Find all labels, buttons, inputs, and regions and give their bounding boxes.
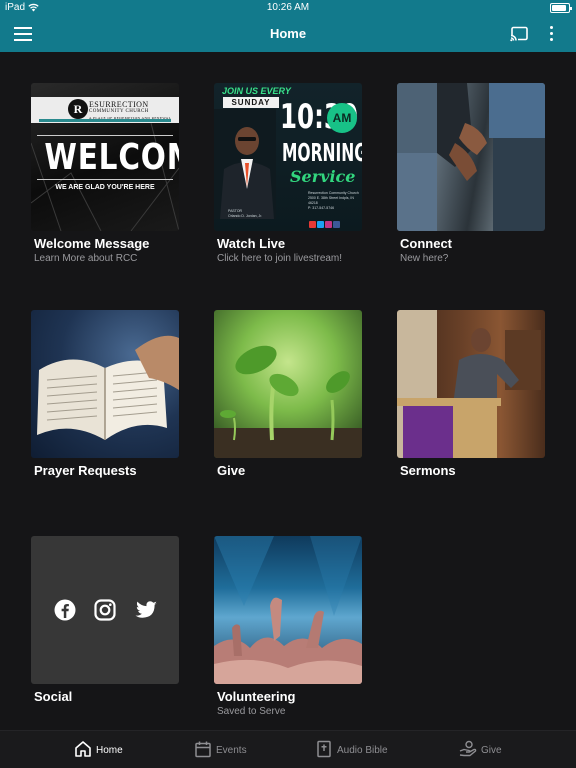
welcome-headline: WELCOME — [44, 137, 179, 178]
tile-title: Connect — [400, 236, 452, 251]
flyer-phone: P: 317-547-5746 — [308, 206, 335, 210]
more-options-button[interactable] — [546, 25, 558, 43]
flyer-service: Service — [290, 167, 356, 186]
tile-title: Volunteering — [217, 689, 296, 704]
nav-label: Events — [216, 745, 247, 756]
tile-title: Give — [217, 463, 246, 478]
app-bar: Home — [0, 16, 576, 52]
preacher-pulpit-image — [397, 310, 545, 458]
open-bible-image — [31, 310, 179, 458]
social-panel — [31, 536, 179, 684]
holding-hands-image — [397, 83, 545, 231]
tile-title: Welcome Message — [34, 236, 150, 251]
church-logo: R — [68, 99, 88, 119]
clock: 10:26 AM — [266, 2, 310, 13]
pastor-photo — [214, 109, 276, 219]
nav-label: Audio Bible — [337, 745, 388, 756]
nav-label: Home — [96, 745, 123, 756]
instagram-icon[interactable] — [94, 599, 116, 621]
nav-label: Give — [481, 745, 502, 756]
tile-subtitle: New here? — [400, 253, 449, 264]
facebook-icon[interactable] — [54, 599, 76, 621]
twitter-icon — [317, 221, 324, 228]
flyer-day: SUNDAY — [223, 97, 279, 108]
flyer-join-text: JOIN US EVERY — [222, 86, 291, 96]
calendar-icon — [195, 741, 211, 758]
flyer-morning: MORNING — [282, 138, 362, 167]
bible-icon — [317, 740, 331, 758]
youtube-icon — [309, 221, 316, 228]
instagram-icon — [325, 221, 332, 228]
flyer-am-badge: AM — [327, 103, 357, 133]
flyer-social-icons — [309, 215, 341, 228]
church-name-line1: ESURRECTION — [89, 100, 149, 109]
concert-crowd-image — [214, 536, 362, 684]
tile-title: Social — [34, 689, 73, 704]
tile-subtitle: Learn More about RCC — [34, 253, 138, 264]
tile-title: Prayer Requests — [34, 463, 137, 478]
tile-title: Sermons — [400, 463, 456, 478]
tile-subtitle: Click here to join livestream! — [217, 253, 343, 264]
tile-title: Watch Live — [217, 236, 286, 251]
cast-icon[interactable] — [510, 26, 528, 42]
facebook-icon — [333, 221, 340, 228]
welcome-image: R ESURRECTION COMMUNITY CHURCH A PLACE O… — [31, 83, 179, 231]
give-hand-icon — [459, 740, 477, 757]
seedling-image — [214, 310, 362, 458]
page-title: Home — [269, 26, 307, 41]
status-bar: iPad 10:26 AM — [0, 0, 576, 16]
home-icon — [75, 741, 91, 757]
tile-subtitle: Saved to Serve — [217, 706, 286, 717]
bottom-navigation: Home Events Audio Bible Give — [0, 730, 576, 768]
watch-live-flyer-image: JOIN US EVERY SUNDAY PASTOR Orlando D. J… — [214, 83, 362, 231]
twitter-icon[interactable] — [134, 599, 158, 621]
welcome-tagline: WE ARE GLAD YOU'RE HERE — [55, 184, 155, 191]
pastor-name: Orlando D. Jordan, Jr. — [228, 214, 263, 218]
battery-icon — [550, 3, 572, 13]
